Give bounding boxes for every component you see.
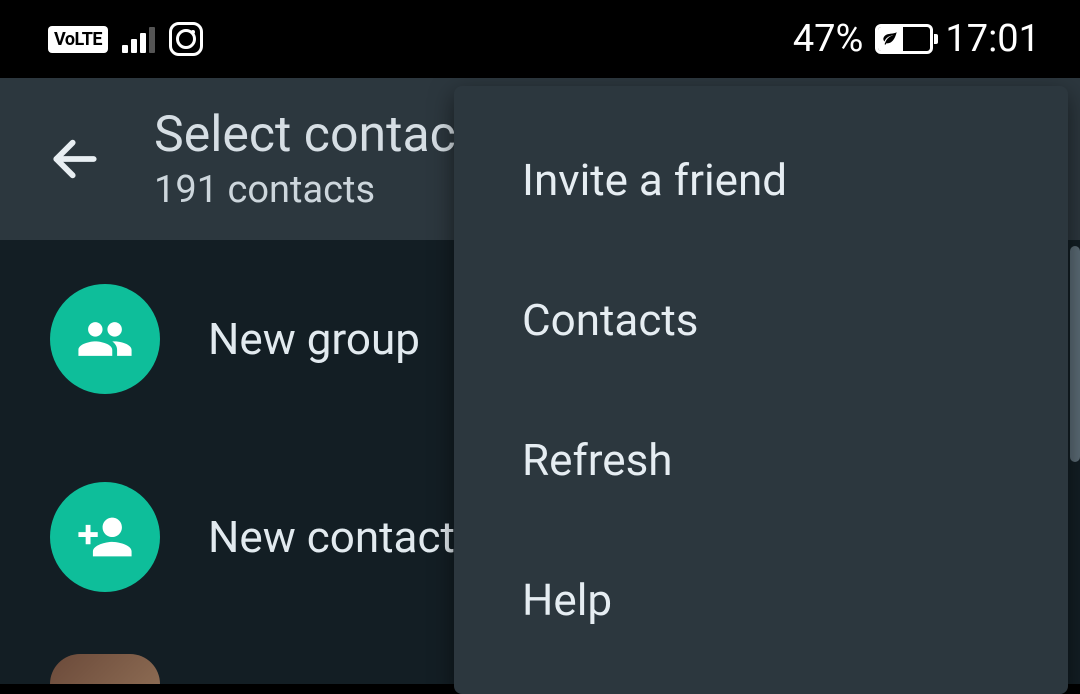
menu-invite-friend[interactable]: Invite a friend — [454, 110, 1068, 250]
back-button[interactable] — [40, 124, 110, 194]
contact-avatar-partial[interactable] — [50, 654, 160, 684]
app-bar-text: Select contact 191 contacts — [154, 106, 472, 212]
new-contact-label: New contact — [208, 511, 455, 563]
group-icon — [50, 284, 160, 394]
scrollbar[interactable] — [1070, 246, 1080, 462]
new-group-label: New group — [208, 313, 420, 365]
add-person-icon — [50, 482, 160, 592]
signal-icon — [122, 25, 155, 53]
battery-icon — [875, 24, 933, 54]
page-title: Select contact — [154, 106, 472, 164]
status-left-group: VoLTE — [48, 22, 203, 56]
instagram-notification-icon — [169, 22, 203, 56]
volte-badge: VoLTE — [48, 26, 108, 53]
arrow-left-icon — [47, 131, 103, 187]
status-bar: VoLTE 47% 17:01 — [0, 0, 1080, 78]
menu-help[interactable]: Help — [454, 530, 1068, 670]
status-right-group: 47% 17:01 — [793, 17, 1040, 61]
battery-percent: 47% — [793, 17, 864, 61]
clock-time: 17:01 — [945, 17, 1040, 61]
contact-count: 191 contacts — [154, 168, 472, 212]
menu-contacts[interactable]: Contacts — [454, 250, 1068, 390]
menu-refresh[interactable]: Refresh — [454, 390, 1068, 530]
overflow-menu: Invite a friend Contacts Refresh Help — [454, 86, 1068, 694]
